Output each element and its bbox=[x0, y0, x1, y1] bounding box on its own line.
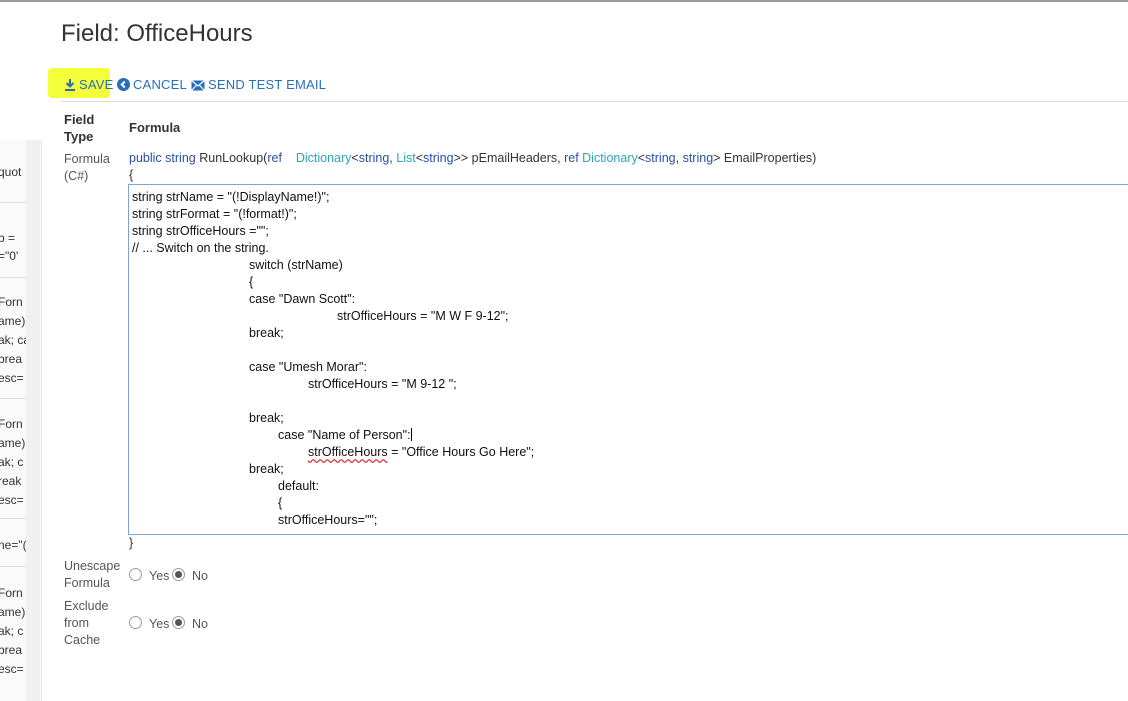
bg-fragment: Forn bbox=[0, 295, 23, 309]
sig-token: List bbox=[396, 151, 416, 165]
send-test-email-label: SEND TEST EMAIL bbox=[208, 77, 327, 92]
formula-code-editor[interactable]: string strName = "(!DisplayName!)"; stri… bbox=[128, 184, 1128, 535]
save-button[interactable]: SAVE bbox=[64, 77, 114, 92]
exclude-yes-radio[interactable] bbox=[129, 616, 142, 629]
sig-token: > EmailProperties) bbox=[713, 151, 817, 165]
bg-fragment: b = bbox=[0, 231, 16, 245]
code-line: switch (strName) bbox=[249, 258, 343, 272]
text-caret bbox=[410, 428, 412, 441]
bg-fragment: ak; c bbox=[0, 455, 24, 469]
bg-fragment: reak bbox=[0, 474, 22, 488]
code-line: case "Dawn Scott": bbox=[249, 292, 356, 306]
bg-fragment: ak; c bbox=[0, 624, 24, 638]
method-signature: public string RunLookup(ref Dictionary<s… bbox=[129, 151, 816, 165]
save-label: SAVE bbox=[79, 77, 114, 92]
bg-divider bbox=[0, 277, 26, 278]
bg-fragment: brea bbox=[0, 643, 23, 657]
sig-token: string bbox=[165, 151, 196, 165]
sig-token: ref bbox=[564, 151, 579, 165]
code-line: break; bbox=[249, 326, 284, 340]
bg-fragment: esc= bbox=[0, 493, 24, 507]
send-test-email-button[interactable]: SEND TEST EMAIL bbox=[191, 77, 326, 92]
bg-divider bbox=[0, 566, 26, 567]
back-circle-icon bbox=[117, 78, 130, 91]
code-line: // ... Switch on the string. bbox=[132, 241, 269, 255]
toolbar-divider bbox=[61, 101, 1128, 102]
spellcheck-underlined-text: strOfficeHours bbox=[308, 445, 388, 459]
sig-token: string bbox=[682, 151, 714, 165]
code-line: string strFormat = "(!format!)"; bbox=[132, 207, 297, 221]
sig-token: ref bbox=[267, 151, 282, 165]
code-text: = "Office Hours Go Here"; bbox=[387, 445, 535, 459]
bg-divider bbox=[0, 518, 26, 519]
bg-fragment: brea bbox=[0, 352, 23, 366]
unescape-formula-label: Unescape Formula bbox=[64, 559, 121, 590]
code-text: case "Name of Person": bbox=[278, 428, 411, 442]
background-code-panel: quot b = ="0' Forn ame) ak; ca brea esc=… bbox=[0, 140, 42, 701]
sig-token: string bbox=[645, 151, 676, 165]
bg-divider bbox=[0, 202, 26, 203]
sig-token: Dictionary bbox=[582, 151, 638, 165]
cancel-button[interactable]: CANCEL bbox=[117, 77, 187, 92]
code-line: strOfficeHours=""; bbox=[278, 513, 378, 527]
sig-token: >> pEmailHeaders, bbox=[453, 151, 565, 165]
bg-divider bbox=[0, 398, 26, 399]
bg-fragment: ame) bbox=[0, 605, 26, 619]
bg-fragment: Forn bbox=[0, 417, 23, 431]
bg-fragment: ame) bbox=[0, 436, 26, 450]
unescape-no-label: No bbox=[192, 569, 208, 583]
exclude-yes-label: Yes bbox=[149, 617, 170, 631]
bg-fragment: ="0' bbox=[0, 249, 19, 263]
scrollbar[interactable] bbox=[26, 140, 40, 701]
open-brace: { bbox=[129, 168, 134, 182]
unescape-yes-radio[interactable] bbox=[129, 568, 142, 581]
close-brace: } bbox=[129, 536, 134, 550]
unescape-no-radio[interactable] bbox=[172, 568, 185, 581]
download-icon bbox=[65, 79, 75, 91]
code-line: case "Umesh Morar": bbox=[249, 360, 367, 374]
code-line: break; bbox=[249, 462, 284, 476]
bg-fragment: ame) bbox=[0, 314, 26, 328]
exclude-no-label: No bbox=[192, 617, 208, 631]
formula-row-label: Formula (C#) bbox=[64, 152, 110, 183]
bg-fragment: ne="( bbox=[0, 538, 27, 552]
sig-token: public bbox=[129, 151, 162, 165]
code-line: strOfficeHours = "M W F 9-12"; bbox=[337, 309, 509, 323]
page-title: Field: OfficeHours bbox=[61, 20, 253, 47]
sig-token: < bbox=[415, 151, 424, 165]
unescape-yes-label: Yes bbox=[149, 569, 170, 583]
bg-fragment: esc= bbox=[0, 371, 24, 385]
bg-fragment: esc= bbox=[0, 662, 24, 676]
code-line: string strName = "(!DisplayName!)"; bbox=[132, 190, 330, 204]
code-line: strOfficeHours = "M 9-12 "; bbox=[308, 377, 457, 391]
code-line: default: bbox=[278, 479, 320, 493]
envelope-icon bbox=[191, 80, 205, 91]
column-header-field-type: Field Type bbox=[64, 112, 95, 144]
code-line: string strOfficeHours =""; bbox=[132, 224, 269, 238]
sig-token: Dictionary bbox=[295, 151, 352, 165]
exclude-from-cache-label: Exclude from Cache bbox=[64, 599, 109, 647]
exclude-no-radio[interactable] bbox=[172, 616, 185, 629]
bg-fragment: quot bbox=[0, 165, 22, 179]
sig-token: , bbox=[675, 151, 683, 165]
bg-fragment: Forn bbox=[0, 586, 23, 600]
sig-token: < bbox=[351, 151, 359, 165]
window-top-border bbox=[0, 0, 1128, 2]
cancel-label: CANCEL bbox=[133, 77, 187, 92]
code-line: { bbox=[278, 496, 283, 510]
sig-token: string bbox=[423, 151, 454, 165]
code-line: case "Name of Person": bbox=[278, 428, 412, 442]
code-line: strOfficeHours = "Office Hours Go Here"; bbox=[308, 445, 534, 459]
sig-token: RunLookup( bbox=[199, 151, 268, 165]
sig-token: string bbox=[358, 151, 390, 165]
code-line: break; bbox=[249, 411, 284, 425]
column-header-formula: Formula bbox=[129, 120, 181, 135]
code-line: { bbox=[249, 275, 254, 289]
sig-token: < bbox=[637, 151, 646, 165]
